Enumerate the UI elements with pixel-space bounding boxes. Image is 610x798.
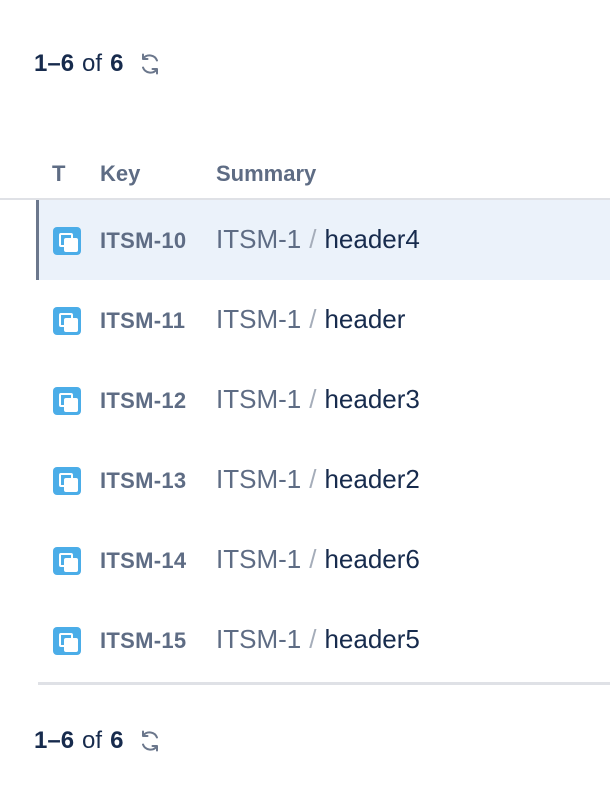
table-row[interactable]: ITSM-15 ITSM-1 /header5 — [36, 600, 610, 680]
subtask-icon — [53, 467, 81, 495]
issue-summary-link[interactable]: header3 — [324, 384, 419, 414]
summary-separator: / — [309, 304, 317, 334]
table-row[interactable]: ITSM-12 ITSM-1 /header3 — [36, 360, 610, 440]
parent-issue-link[interactable]: ITSM-1 — [216, 384, 301, 414]
parent-issue-link[interactable]: ITSM-1 — [216, 624, 301, 654]
summary-separator: / — [309, 544, 317, 574]
column-header-key[interactable]: Key — [100, 159, 140, 189]
issue-summary: ITSM-1 /header3 — [216, 382, 420, 416]
issue-key-link[interactable]: ITSM-12 — [100, 386, 186, 416]
table-row[interactable]: ITSM-13 ITSM-1 /header2 — [36, 440, 610, 520]
issue-key-link[interactable]: ITSM-10 — [100, 226, 186, 256]
issue-key-link[interactable]: ITSM-14 — [100, 546, 186, 576]
issue-table-body: ITSM-10 ITSM-1/header4 ITSM-11 ITSM-1/he… — [36, 200, 610, 680]
summary-separator: / — [309, 624, 317, 654]
pagination-of-label: of — [82, 727, 103, 754]
table-bottom-divider — [38, 682, 610, 685]
issue-summary: ITSM-1 /header4 — [216, 222, 420, 256]
subtask-icon — [53, 627, 81, 655]
issue-summary: ITSM-1 /header5 — [216, 622, 420, 656]
issue-key-link[interactable]: ITSM-11 — [100, 306, 185, 336]
pagination-range: 1–6 — [34, 50, 75, 77]
parent-issue-link[interactable]: ITSM-1 — [216, 464, 301, 494]
pagination-total: 6 — [110, 50, 124, 77]
summary-separator: / — [309, 464, 317, 494]
subtask-icon — [53, 227, 81, 255]
subtask-icon — [53, 547, 81, 575]
refresh-icon[interactable] — [137, 728, 163, 754]
table-row[interactable]: ITSM-14 ITSM-1 /header6 — [36, 520, 610, 600]
issue-summary: ITSM-1 /header2 — [216, 462, 420, 496]
subtask-icon — [53, 387, 81, 415]
table-row[interactable]: ITSM-10 ITSM-1 /header4 — [36, 200, 610, 280]
issue-summary: ITSM-1 /header — [216, 302, 405, 336]
table-row[interactable]: ITSM-11 ITSM-1 /header — [36, 280, 610, 360]
column-header-summary[interactable]: Summary — [216, 159, 316, 189]
table-header: T Key Summary — [0, 158, 610, 200]
parent-issue-link[interactable]: ITSM-1 — [216, 304, 301, 334]
issue-summary-link[interactable]: header6 — [324, 544, 419, 574]
subtask-icon — [53, 307, 81, 335]
parent-issue-link[interactable]: ITSM-1 — [216, 544, 301, 574]
pagination-top: 1–6 of 6 — [34, 50, 163, 78]
issue-key-link[interactable]: ITSM-13 — [100, 466, 186, 496]
pagination-total: 6 — [110, 727, 124, 754]
issue-summary-link[interactable]: header4 — [324, 224, 419, 254]
parent-issue-link[interactable]: ITSM-1 — [216, 224, 301, 254]
issue-summary-link[interactable]: header — [324, 304, 405, 334]
issue-summary-link[interactable]: header2 — [324, 464, 419, 494]
issue-summary: ITSM-1 /header6 — [216, 542, 420, 576]
issue-summary-link[interactable]: header5 — [324, 624, 419, 654]
summary-separator: / — [309, 224, 317, 254]
pagination-of-label: of — [82, 50, 103, 77]
pagination-bottom: 1–6 of 6 — [34, 727, 163, 755]
issue-key-link[interactable]: ITSM-15 — [100, 626, 186, 656]
refresh-icon[interactable] — [137, 51, 163, 77]
pagination-range: 1–6 — [34, 727, 75, 754]
column-header-type[interactable]: T — [52, 159, 65, 189]
summary-separator: / — [309, 384, 317, 414]
